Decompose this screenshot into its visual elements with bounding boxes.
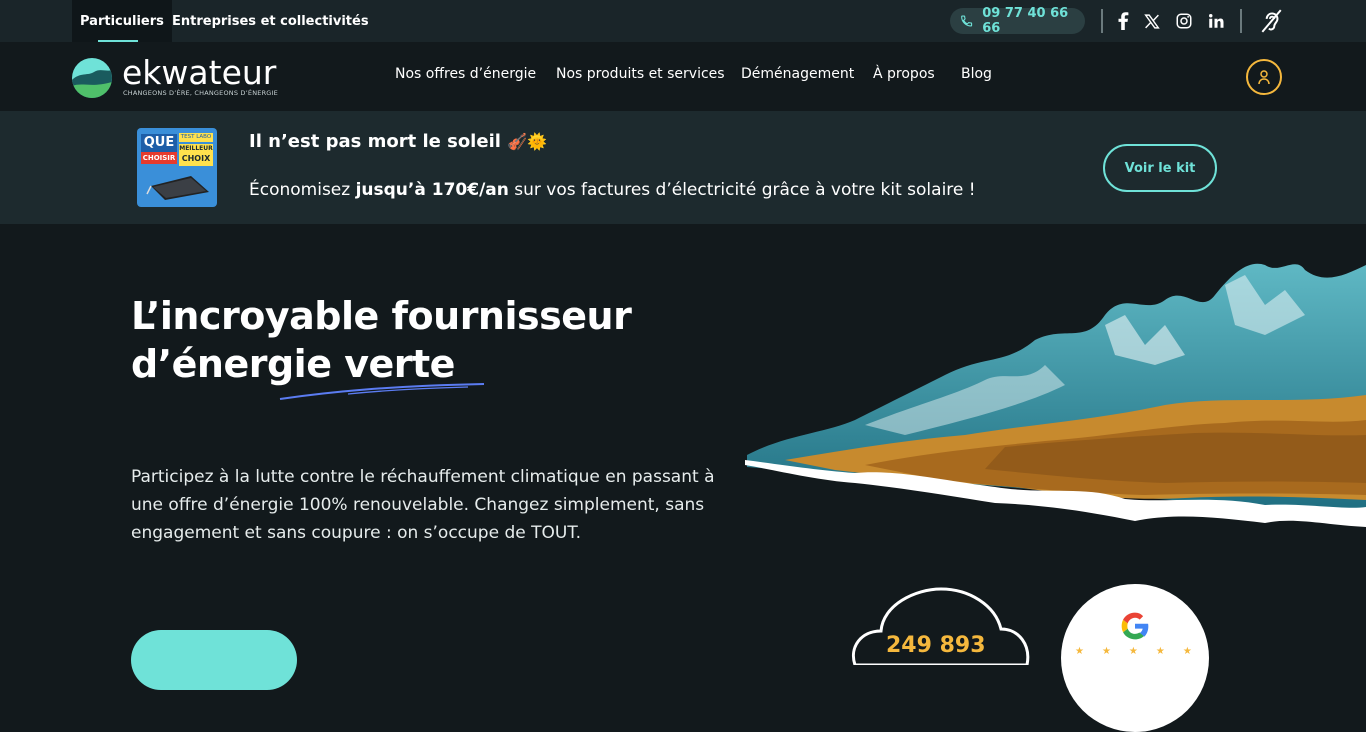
linkedin-icon[interactable] — [1205, 10, 1227, 32]
instagram-icon[interactable] — [1173, 10, 1195, 32]
facebook-icon[interactable] — [1112, 10, 1134, 32]
phone-icon — [961, 15, 973, 27]
nav-item-demenagement[interactable]: Déménagement — [741, 66, 854, 82]
promo-text-after: sur vos factures d’électricité grâce à v… — [508, 180, 976, 200]
promo-title-text: Il n’est pas mort le soleil — [249, 131, 501, 152]
hero-title: L’incroyable fournisseur d’énergie verte — [131, 292, 691, 388]
badge-meilleur: MEILLEUR — [179, 145, 213, 152]
ekwateur-logo[interactable]: ekwateur CHANGEONS D’ÈRE, CHANGEONS D’ÉN… — [72, 54, 292, 102]
logo-tagline: CHANGEONS D’ÈRE, CHANGEONS D’ÉNERGIE — [123, 89, 278, 97]
customer-counter: 249 893 — [886, 633, 986, 658]
promo-description: Économisez jusqu’à 170€/an sur vos factu… — [249, 180, 976, 200]
tab-particuliers[interactable]: Particuliers — [72, 0, 172, 42]
user-icon — [1258, 70, 1270, 85]
x-icon[interactable] — [1141, 10, 1163, 32]
hero-title-line1: L’incroyable fournisseur — [131, 294, 632, 338]
logo-wordmark: ekwateur — [122, 53, 277, 92]
voir-le-kit-button[interactable]: Voir le kit — [1103, 144, 1217, 192]
badge-meilleur-choix: MEILLEUR CHOIX — [179, 144, 213, 166]
solar-panel-icon — [146, 176, 209, 200]
mountain-forest-illustration — [745, 263, 1366, 527]
google-logo-icon — [1121, 612, 1149, 640]
top-utility-bar: Particuliers Entreprises et collectivité… — [0, 0, 1366, 42]
phone-link[interactable]: 09 77 40 66 66 — [950, 6, 1085, 36]
promo-title-emoji: 🎻🌞 — [507, 132, 548, 151]
badge-choisir: CHOISIR — [141, 152, 177, 164]
tab-entreprises-label: Entreprises et collectivités — [172, 13, 369, 29]
hero-title-line2: d’énergie verte — [131, 342, 455, 386]
hero-cta-button[interactable] — [131, 630, 297, 690]
divider — [1101, 9, 1103, 33]
nav-item-a-propos[interactable]: À propos — [873, 66, 935, 82]
badge-test-labo: TEST LABO — [179, 133, 213, 142]
divider — [1240, 9, 1242, 33]
promo-banner: QUE CHOISIR TEST LABO MEILLEUR CHOIX Il … — [0, 111, 1366, 224]
promo-text-bold: jusqu’à 170€/an — [355, 180, 509, 200]
nav-item-blog[interactable]: Blog — [961, 66, 992, 82]
badge-que: QUE — [141, 134, 177, 152]
badge-choix: CHOIX — [181, 154, 211, 163]
nav-item-produits[interactable]: Nos produits et services — [556, 66, 725, 82]
google-rating-badge[interactable] — [1061, 584, 1209, 732]
phone-number: 09 77 40 66 66 — [982, 6, 1069, 36]
tab-entreprises[interactable]: Entreprises et collectivités — [164, 0, 377, 42]
google-rating-stars: ★★★★★ — [1075, 646, 1210, 657]
logo-drop-icon — [72, 58, 112, 98]
ear-accessibility-icon[interactable] — [1258, 8, 1284, 34]
account-button[interactable] — [1246, 59, 1282, 95]
que-choisir-badge: QUE CHOISIR TEST LABO MEILLEUR CHOIX — [137, 128, 217, 207]
hero-description: Participez à la lutte contre le réchauff… — [131, 467, 715, 543]
tab-particuliers-label: Particuliers — [80, 13, 164, 29]
promo-text-before: Économisez — [249, 180, 356, 200]
nav-item-offres[interactable]: Nos offres d’énergie — [395, 66, 536, 82]
main-navbar: ekwateur CHANGEONS D’ÈRE, CHANGEONS D’ÉN… — [0, 42, 1366, 111]
promo-title: Il n’est pas mort le soleil 🎻🌞 — [249, 131, 547, 152]
underline-stroke — [279, 383, 485, 400]
